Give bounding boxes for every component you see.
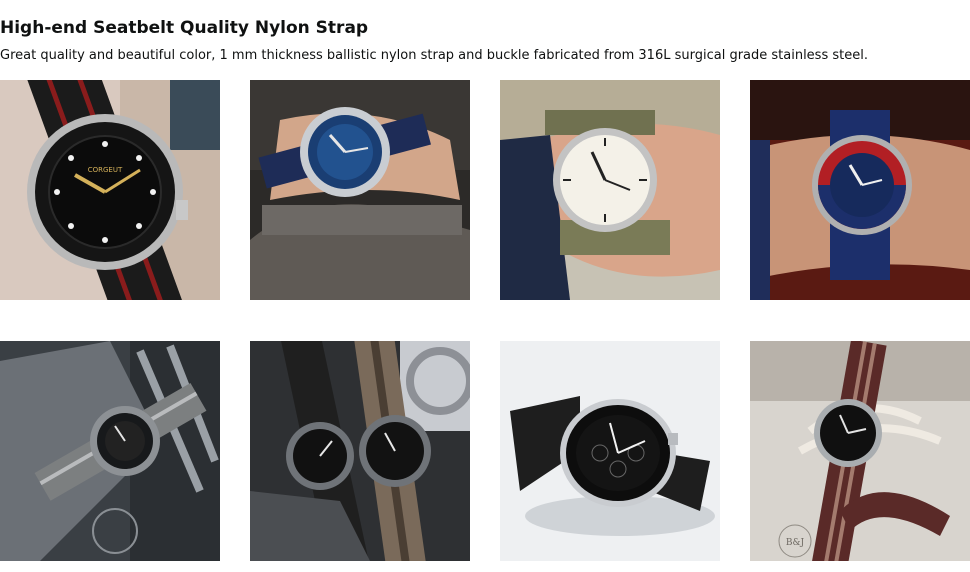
watch-photo — [250, 341, 470, 561]
watch-photo — [500, 80, 720, 300]
product-image-8: B&J — [750, 341, 970, 561]
product-image-3 — [500, 80, 720, 300]
section-description: Great quality and beautiful color, 1 mm … — [0, 48, 868, 63]
product-image-6 — [250, 341, 470, 561]
watch-photo — [750, 80, 970, 300]
product-image-5 — [0, 341, 220, 561]
watch-photo — [0, 341, 220, 561]
product-image-1: CORGEUT — [0, 80, 220, 300]
watch-photo: B&J — [750, 341, 970, 561]
dial-brand-text: CORGEUT — [88, 166, 123, 174]
watch-photo — [250, 80, 470, 300]
section-title: High-end Seatbelt Quality Nylon Strap — [0, 18, 369, 38]
watch-photo — [500, 341, 720, 561]
product-image-2 — [250, 80, 470, 300]
watch-photo: CORGEUT — [0, 80, 220, 300]
logo-stamp-text: B&J — [786, 538, 805, 548]
product-image-4 — [750, 80, 970, 300]
product-image-7 — [500, 341, 720, 561]
